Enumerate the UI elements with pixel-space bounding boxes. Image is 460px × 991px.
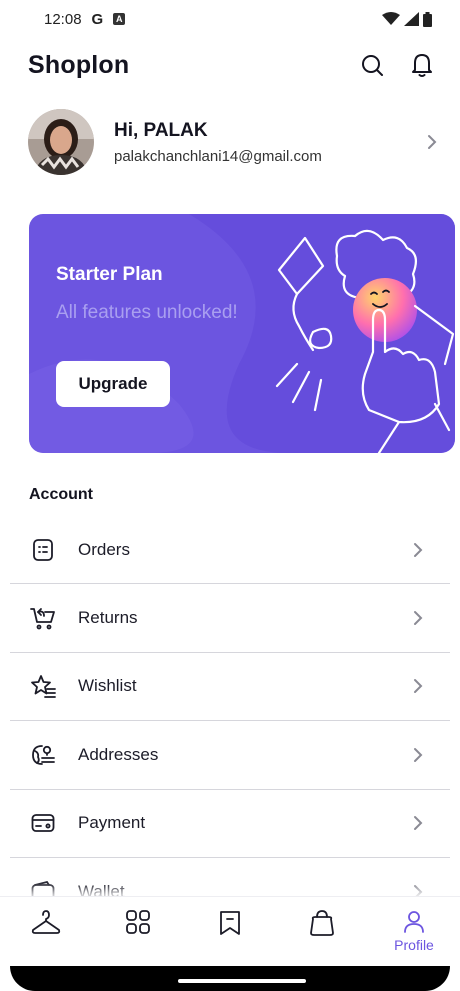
chevron-right-icon (424, 134, 440, 150)
chevron-right-icon (410, 747, 426, 763)
hanger-icon (31, 910, 61, 934)
chevron-right-icon (410, 610, 426, 626)
nav-bookmarks[interactable] (200, 909, 260, 937)
menu-label: Payment (78, 813, 146, 833)
returns-icon (30, 605, 56, 631)
nav-profile[interactable]: Profile (384, 909, 444, 953)
hand-illustration (275, 229, 455, 453)
profile-greeting: Hi, PALAK (114, 119, 208, 141)
nav-shop[interactable] (16, 909, 76, 935)
account-section-title: Account (29, 486, 93, 503)
nav-profile-label: Profile (394, 937, 434, 953)
search-button[interactable] (358, 51, 386, 79)
upgrade-button[interactable]: Upgrade (56, 361, 170, 407)
orders-icon (30, 537, 56, 563)
account-menu: Orders Returns Wishlist Addresses Paymen… (0, 516, 460, 926)
wishlist-icon (30, 673, 56, 699)
starter-plan-card: Starter Plan All features unlocked! Upgr… (29, 214, 455, 453)
google-status-icon: G (91, 10, 104, 28)
status-right (382, 11, 432, 27)
plan-subtitle: All features unlocked! (56, 302, 238, 323)
app-status-icon: A (113, 13, 126, 25)
menu-label: Returns (78, 608, 138, 628)
bell-icon (412, 54, 432, 77)
shopping-bag-icon (310, 910, 334, 936)
chevron-right-icon (410, 815, 426, 831)
menu-label: Addresses (78, 744, 159, 764)
menu-label: Wishlist (78, 676, 137, 696)
app-logo: Shoplon (28, 50, 130, 79)
profile-email: palakchanchlani14@gmail.com (114, 147, 322, 165)
chevron-right-icon (410, 678, 426, 694)
nav-cart[interactable] (292, 909, 352, 937)
grid-icon (126, 910, 150, 934)
notifications-button[interactable] (408, 51, 436, 79)
addresses-icon (30, 742, 56, 768)
profile-summary[interactable]: Hi, PALAK palakchanchlani14@gmail.com (28, 106, 440, 178)
nav-discover[interactable] (108, 909, 168, 935)
search-icon (362, 55, 383, 76)
signal-icon (404, 12, 419, 26)
menu-item-wishlist[interactable]: Wishlist (10, 653, 450, 722)
header-actions (358, 51, 436, 79)
app-header: Shoplon (28, 44, 436, 86)
menu-item-returns[interactable]: Returns (10, 584, 450, 653)
status-left: 12:08 G A (44, 10, 126, 28)
plan-title: Starter Plan (56, 264, 163, 285)
status-time: 12:08 (44, 10, 82, 28)
chevron-right-icon (410, 542, 426, 558)
system-gesture-bar (10, 966, 450, 991)
menu-label: Orders (78, 539, 130, 559)
avatar (28, 109, 94, 175)
wifi-icon (382, 12, 400, 25)
battery-icon (423, 11, 432, 27)
menu-item-addresses[interactable]: Addresses (10, 721, 450, 790)
menu-item-orders[interactable]: Orders (10, 516, 450, 585)
status-bar: 12:08 G A (0, 0, 460, 38)
user-icon (404, 911, 424, 933)
menu-item-payment[interactable]: Payment (10, 790, 450, 858)
home-gesture-handle[interactable] (178, 979, 306, 983)
bottom-navigation: Profile (0, 896, 460, 966)
avatar-image (28, 109, 94, 175)
bookmark-icon (220, 911, 240, 935)
payment-icon (30, 810, 56, 836)
profile-text: Hi, PALAK palakchanchlani14@gmail.com (114, 120, 424, 165)
